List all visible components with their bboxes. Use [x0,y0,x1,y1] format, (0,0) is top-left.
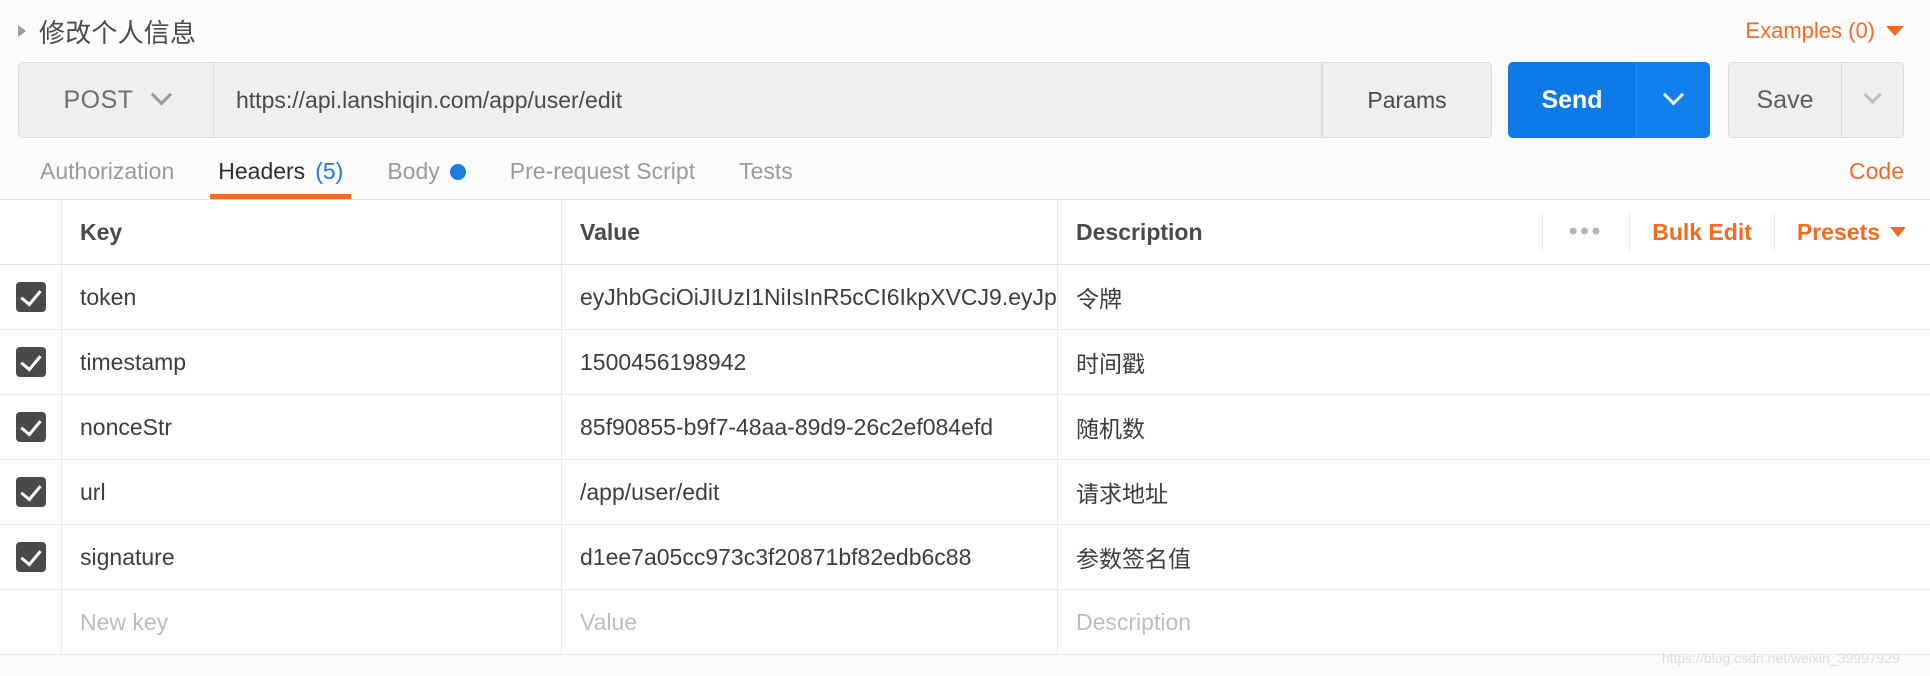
new-key-input[interactable]: New key [62,590,562,654]
row-enabled-checkbox[interactable] [15,282,46,312]
save-button[interactable]: Save [1729,63,1841,137]
row-description-input[interactable]: 令牌 [1058,265,1930,329]
row-checkbox-cell [0,330,62,394]
row-value-input[interactable]: eyJhbGciOiJIUzI1NiIsInR5cCI6IkpXVCJ9.eyJ… [562,265,1058,329]
save-button-group: Save [1728,62,1904,138]
row-checkbox-cell [0,265,62,329]
row-key-input[interactable]: token [62,265,562,329]
body-modified-dot-icon [449,163,466,180]
postman-request-pane: 修改个人信息 Examples (0) POST https://api.lan… [0,0,1930,676]
http-method-label: POST [63,85,134,114]
column-header-value: Value [562,200,1058,264]
row-checkbox-cell [0,460,62,524]
column-header-description-label: Description [1076,218,1203,245]
request-title-row: 修改个人信息 Examples (0) [0,0,1930,62]
page-title: 修改个人信息 [39,17,197,48]
new-row-checkbox-cell [0,590,62,654]
row-checkbox-cell [0,525,62,589]
new-description-input[interactable]: Description [1058,590,1930,654]
code-link[interactable]: Code [1849,158,1904,199]
row-key-input[interactable]: url [62,460,562,524]
tab-headers[interactable]: Headers (5) [196,158,365,199]
chevron-down-icon [150,83,172,105]
row-description-input[interactable]: 随机数 [1058,395,1930,459]
tab-count-badge: (5) [315,158,344,184]
table-row: token eyJhbGciOiJIUzI1NiIsInR5cCI6IkpXVC… [0,265,1930,330]
row-checkbox-cell [0,395,62,459]
chevron-down-icon [1662,83,1685,105]
examples-label: Examples (0) [1745,18,1875,43]
tab-label: Authorization [40,158,175,184]
table-new-row: New key Value Description [0,590,1930,655]
tab-label: Body [387,158,440,184]
column-header-description: Description ••• Bulk Edit Presets [1058,200,1930,264]
send-button[interactable]: Send [1508,62,1636,138]
params-button[interactable]: Params [1322,62,1492,138]
tab-body[interactable]: Body [365,158,487,199]
row-value-input[interactable]: d1ee7a05cc973c3f20871bf82edb6c88 [562,525,1058,589]
chevron-down-icon [1863,85,1882,104]
send-button-group: Send [1508,62,1710,138]
row-key-input[interactable]: nonceStr [62,395,562,459]
row-description-input[interactable]: 请求地址 [1058,460,1930,524]
bulk-edit-button[interactable]: Bulk Edit [1630,213,1775,251]
row-value-input[interactable]: 85f90855-b9f7-48aa-89d9-26c2ef084efd [562,395,1058,459]
presets-label: Presets [1796,218,1880,245]
more-options-icon[interactable]: ••• [1541,213,1631,251]
chevron-down-icon [1890,227,1906,237]
tab-pre-request-script[interactable]: Pre-request Script [488,158,717,199]
row-enabled-checkbox[interactable] [15,412,46,442]
table-row: signature d1ee7a05cc973c3f20871bf82edb6c… [0,525,1930,590]
row-value-input[interactable]: /app/user/edit [562,460,1058,524]
watermark: https://blog.csdn.net/weixin_39997929 [1661,650,1900,666]
tab-label: Pre-request Script [509,158,696,184]
tab-tests[interactable]: Tests [717,158,815,199]
save-options-button[interactable] [1841,63,1903,137]
tab-label: Tests [739,158,793,184]
request-tabs: Authorization Headers (5) Body Pre-reque… [0,138,1930,200]
table-row: timestamp 1500456198942 时间戳 [0,330,1930,395]
header-checkbox-cell [0,200,62,264]
url-bar-row: POST https://api.lanshiqin.com/app/user/… [0,62,1930,138]
new-value-input[interactable]: Value [562,590,1058,654]
row-key-input[interactable]: timestamp [62,330,562,394]
table-header-row: Key Value Description ••• Bulk Edit Pres… [0,200,1930,265]
presets-dropdown[interactable]: Presets [1775,213,1906,251]
chevron-down-icon [1886,26,1904,36]
table-header-actions: ••• Bulk Edit Presets [1541,200,1930,264]
url-input[interactable]: https://api.lanshiqin.com/app/user/edit [214,62,1322,138]
tab-label: Headers [218,158,306,184]
disclosure-triangle-icon[interactable] [18,25,26,37]
examples-dropdown[interactable]: Examples (0) [1745,18,1904,44]
row-enabled-checkbox[interactable] [15,542,46,572]
row-key-input[interactable]: signature [62,525,562,589]
http-method-select[interactable]: POST [18,62,214,138]
table-row: nonceStr 85f90855-b9f7-48aa-89d9-26c2ef0… [0,395,1930,460]
row-enabled-checkbox[interactable] [15,347,46,377]
column-header-key: Key [62,200,562,264]
tab-authorization[interactable]: Authorization [18,158,196,199]
row-description-input[interactable]: 参数签名值 [1058,525,1930,589]
row-value-input[interactable]: 1500456198942 [562,330,1058,394]
row-description-input[interactable]: 时间戳 [1058,330,1930,394]
table-row: url /app/user/edit 请求地址 [0,460,1930,525]
send-options-button[interactable] [1636,62,1710,138]
row-enabled-checkbox[interactable] [15,477,46,507]
headers-table: Key Value Description ••• Bulk Edit Pres… [0,200,1930,655]
